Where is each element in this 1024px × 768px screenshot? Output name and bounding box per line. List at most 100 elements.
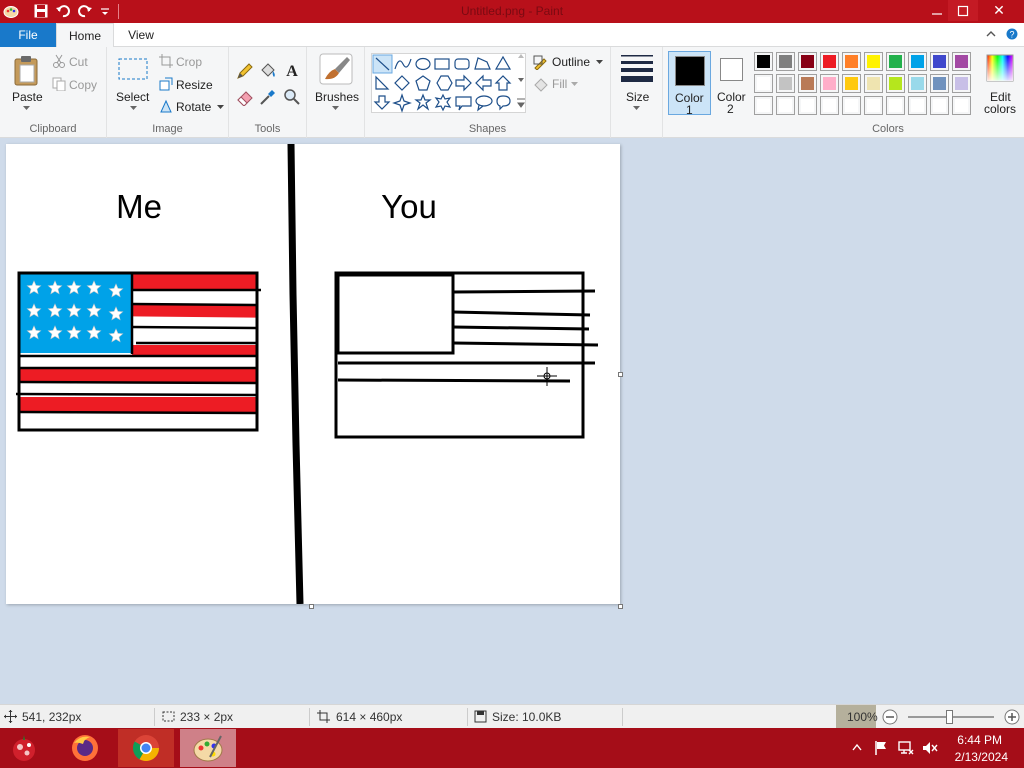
close-button[interactable]: ✕ — [982, 0, 1016, 21]
taskbar-chrome[interactable] — [118, 729, 174, 767]
color-swatch[interactable] — [952, 74, 971, 93]
scissors-icon — [53, 54, 65, 68]
help-icon[interactable]: ? — [1006, 27, 1018, 41]
cut-button[interactable]: Cut — [52, 53, 102, 71]
rotate-label: Rotate — [176, 100, 212, 114]
edit-colors-button[interactable]: Edit colors — [980, 51, 1020, 116]
color-swatch[interactable] — [952, 52, 971, 71]
color-swatch[interactable] — [930, 52, 949, 71]
paste-button[interactable]: Paste — [6, 53, 46, 113]
resize-handle-right[interactable] — [618, 372, 623, 377]
color-swatch[interactable] — [864, 96, 883, 115]
color-swatch-fill — [823, 77, 836, 90]
pencil-icon[interactable] — [236, 62, 254, 80]
color-picker-icon[interactable] — [259, 88, 277, 106]
color-swatch[interactable] — [952, 96, 971, 115]
resize-handle-bottom[interactable] — [309, 604, 314, 609]
color-swatch[interactable] — [886, 96, 905, 115]
zoom-in-icon[interactable] — [1004, 709, 1020, 725]
color-swatch[interactable] — [842, 96, 861, 115]
color-swatch[interactable] — [798, 74, 817, 93]
color-swatch[interactable] — [864, 52, 883, 71]
drawing-canvas[interactable]: Me You — [6, 144, 620, 604]
resize-button[interactable]: Resize — [159, 76, 225, 94]
select-dropdown-icon[interactable] — [130, 106, 137, 111]
color-swatch[interactable] — [886, 74, 905, 93]
paint-icon — [193, 735, 223, 762]
fill-button[interactable]: Fill — [533, 76, 605, 94]
color-swatch[interactable] — [798, 52, 817, 71]
crosshair-cursor — [537, 367, 557, 386]
zoom-out-icon[interactable] — [882, 709, 898, 725]
zoom-level-box: 100% — [836, 705, 878, 728]
color-swatch-fill — [889, 55, 902, 68]
status-separator — [154, 708, 155, 726]
collapse-ribbon-icon[interactable] — [986, 29, 996, 39]
color-swatch[interactable] — [842, 74, 861, 93]
resize-handle-corner[interactable] — [618, 604, 623, 609]
color-swatch-fill — [801, 77, 814, 90]
action-center-flag-icon[interactable] — [874, 740, 888, 756]
copy-button[interactable]: Copy — [52, 76, 102, 94]
color-swatch[interactable] — [886, 52, 905, 71]
color-swatch[interactable] — [930, 74, 949, 93]
outline-dropdown-icon — [596, 60, 603, 64]
color-swatch[interactable] — [908, 52, 927, 71]
color-swatch-fill — [955, 55, 968, 68]
color1-button[interactable]: Color 1 — [668, 51, 711, 117]
outline-button[interactable]: Outline — [533, 54, 605, 72]
tab-file[interactable]: File — [0, 23, 56, 47]
color-swatch[interactable] — [908, 96, 927, 115]
color2-button[interactable]: Color 2 — [712, 51, 752, 116]
maximize-button[interactable] — [948, 0, 978, 21]
crop-button[interactable]: Crop — [159, 53, 225, 71]
zoom-slider-thumb[interactable] — [946, 710, 953, 724]
taskbar-paint[interactable] — [180, 729, 236, 767]
colors-group: Edit colors Colors — [752, 47, 1024, 138]
fill-icon — [534, 78, 548, 92]
select-button[interactable]: Select — [113, 53, 153, 115]
color-swatch[interactable] — [776, 74, 795, 93]
color-swatch-fill — [779, 55, 792, 68]
rotate-button[interactable]: Rotate — [159, 98, 225, 116]
taskbar-firefox[interactable] — [57, 729, 113, 767]
color-swatch[interactable] — [820, 96, 839, 115]
color-swatch[interactable] — [776, 96, 795, 115]
canvas-workspace: Me You — [0, 139, 1024, 704]
color-swatch[interactable] — [842, 52, 861, 71]
size-group[interactable]: Size — [611, 47, 663, 138]
network-icon[interactable] — [898, 740, 914, 756]
color-swatch[interactable] — [776, 52, 795, 71]
tab-home[interactable]: Home — [56, 23, 114, 48]
paste-dropdown-icon[interactable] — [23, 106, 30, 111]
rotate-dropdown-icon — [217, 105, 224, 109]
color-swatch-fill — [889, 77, 902, 90]
color-swatch[interactable] — [798, 96, 817, 115]
color-swatch-fill — [911, 77, 924, 90]
color-swatch-fill — [955, 99, 968, 112]
volume-muted-icon[interactable] — [922, 740, 938, 756]
tab-view[interactable]: View — [116, 23, 166, 48]
color-swatch[interactable] — [820, 74, 839, 93]
selection-size: 233 × 2px — [180, 710, 234, 724]
color-swatch[interactable] — [820, 52, 839, 71]
resize-icon — [159, 77, 173, 91]
color-swatch[interactable] — [908, 74, 927, 93]
eraser-icon[interactable] — [236, 88, 254, 106]
fill-bucket-icon[interactable] — [259, 61, 277, 79]
color-swatch[interactable] — [864, 74, 883, 93]
shapes-gallery[interactable] — [371, 53, 526, 113]
show-hidden-icons[interactable] — [852, 743, 862, 751]
color-swatch[interactable] — [754, 96, 773, 115]
clock-date[interactable]: 2/13/2024 — [955, 750, 1008, 764]
color-swatch[interactable] — [930, 96, 949, 115]
magnifier-icon[interactable] — [283, 88, 301, 106]
color-swatch[interactable] — [754, 74, 773, 93]
start-button-icon[interactable] — [8, 732, 40, 764]
crop-icon — [159, 54, 173, 68]
text-tool-icon[interactable]: A — [283, 61, 301, 79]
clock-time[interactable]: 6:44 PM — [957, 733, 1002, 747]
color-swatch[interactable] — [754, 52, 773, 71]
copy-label: Copy — [69, 78, 98, 92]
brushes-group[interactable]: Brushes — [307, 47, 365, 138]
